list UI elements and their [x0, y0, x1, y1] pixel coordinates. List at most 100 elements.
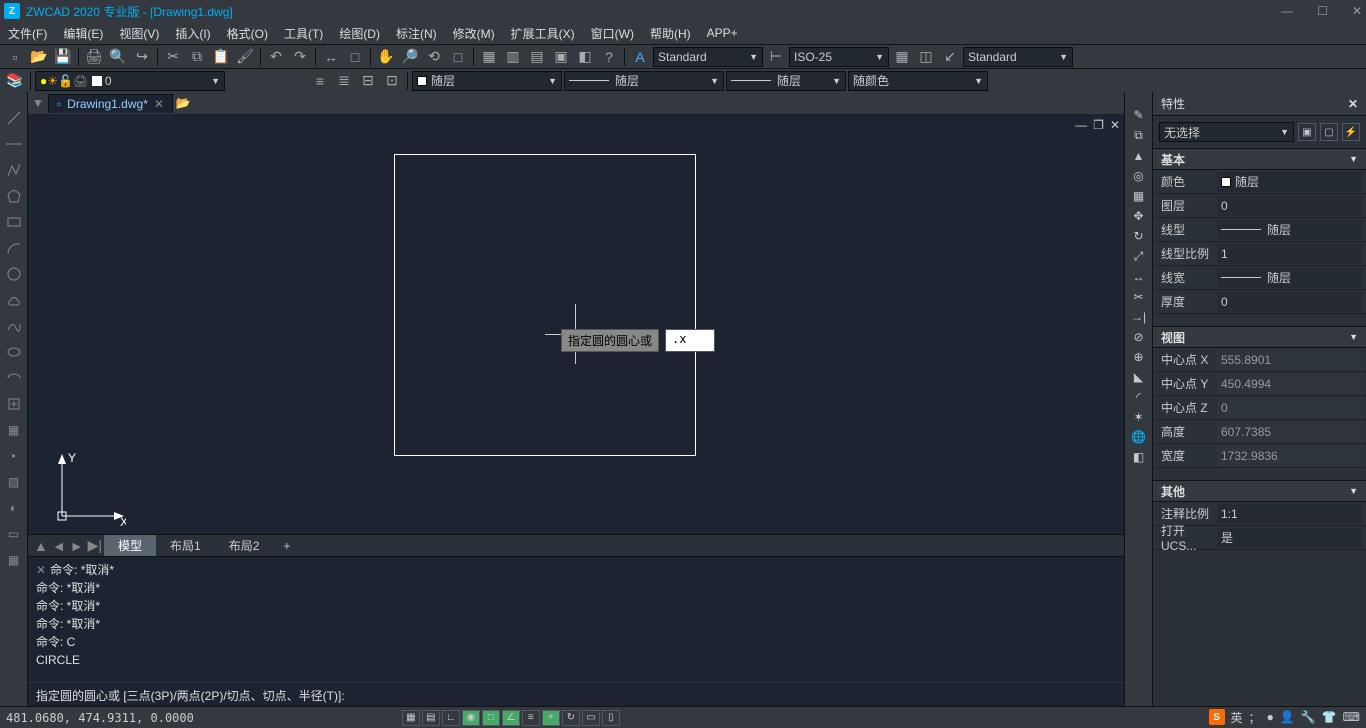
sogou-icon[interactable]: S — [1209, 709, 1225, 725]
block-icon[interactable]: ◫ — [915, 47, 937, 67]
lwt-icon[interactable]: ≡ — [522, 710, 540, 726]
menu-edit[interactable]: 编辑(E) — [63, 25, 103, 42]
redo-icon[interactable]: ↷ — [289, 47, 311, 67]
menu-window[interactable]: 窗口(W) — [591, 25, 634, 42]
osnap-icon[interactable]: □ — [482, 710, 500, 726]
tp-icon[interactable]: ▤ — [526, 47, 548, 67]
layout-last-icon[interactable]: ▶| — [86, 537, 104, 554]
point-icon[interactable]: • — [4, 446, 24, 466]
world-icon[interactable]: 🌐 — [1131, 430, 1146, 444]
group-icon[interactable]: ▣ — [550, 47, 572, 67]
prop-ltscale[interactable]: 1 — [1217, 244, 1362, 264]
chamfer-icon[interactable]: ◣ — [1134, 370, 1143, 384]
text-style-icon[interactable]: A — [629, 47, 651, 67]
array-icon[interactable]: ▦ — [1133, 189, 1144, 203]
polygon-icon[interactable] — [4, 186, 24, 206]
view-restore-icon[interactable]: ❐ — [1093, 118, 1104, 132]
menu-format[interactable]: 格式(O) — [227, 25, 268, 42]
block-icon[interactable]: ▦ — [4, 420, 24, 440]
close-button[interactable]: ✕ — [1352, 4, 1362, 18]
revcloud-icon[interactable] — [4, 290, 24, 310]
extra-icon[interactable]: ◧ — [1133, 450, 1144, 464]
prop-color[interactable]: 随层 — [1217, 172, 1362, 192]
open-icon[interactable]: 📂 — [28, 47, 50, 67]
undo-icon[interactable]: ↶ — [265, 47, 287, 67]
layout-first-icon[interactable]: ▲ — [32, 538, 50, 554]
mirror-icon[interactable]: ▲ — [1133, 149, 1145, 163]
extend-icon[interactable]: →| — [1131, 310, 1146, 324]
selection-combo[interactable]: 无选择▼ — [1159, 122, 1294, 142]
prop-ucs[interactable]: 是 — [1217, 528, 1362, 548]
command-window[interactable]: ✕ 命令: *取消* 命令: *取消* 命令: *取消* 命令: *取消* 命令… — [28, 556, 1124, 706]
layer-lock-icon[interactable]: ⊟ — [357, 71, 379, 91]
select-obj-icon[interactable]: ▢ — [1320, 123, 1338, 141]
otrack-icon[interactable]: ∠ — [502, 710, 520, 726]
layout-left-icon[interactable]: ◄ — [50, 538, 68, 554]
stretch-icon[interactable]: ↔ — [1133, 270, 1145, 284]
gradient-icon[interactable]: ◐ — [4, 498, 24, 518]
menu-ext[interactable]: 扩展工具(X) — [511, 25, 575, 42]
scale-icon[interactable]: ⤢ — [1134, 249, 1144, 264]
trim-icon[interactable]: ✂ — [1133, 290, 1143, 304]
zoom-prev-icon[interactable]: ⟲ — [423, 47, 445, 67]
drawing-canvas[interactable]: — ❐ ✕ 指定圆的圆心或 .x Y X — [28, 114, 1124, 534]
linetype-combo[interactable]: 随层▼ — [564, 71, 724, 91]
dc-icon[interactable]: ▥ — [502, 47, 524, 67]
xline-icon[interactable] — [4, 134, 24, 154]
dim-style-icon[interactable]: ⊢ — [765, 47, 787, 67]
section-other[interactable]: 其他▼ — [1153, 480, 1366, 502]
pick-add-icon[interactable]: ⚡ — [1342, 123, 1360, 141]
rectangle-icon[interactable] — [4, 212, 24, 232]
circle-icon[interactable] — [4, 264, 24, 284]
erase-icon[interactable]: ✎ — [1133, 108, 1143, 122]
help-icon[interactable]: ? — [598, 47, 620, 67]
offset-icon[interactable]: ◎ — [1133, 169, 1143, 183]
ime-skin-icon[interactable]: 👕 — [1322, 710, 1337, 724]
cut-icon[interactable]: ✂ — [162, 47, 184, 67]
ime-tools-icon[interactable]: 🔧 — [1301, 710, 1316, 724]
prop-layer[interactable]: 0 — [1217, 196, 1362, 216]
menu-draw[interactable]: 绘图(D) — [339, 25, 380, 42]
layout-tab-model[interactable]: 模型 — [104, 535, 156, 556]
table-style-combo[interactable]: Standard▼ — [963, 47, 1073, 67]
join-icon[interactable]: ⊕ — [1133, 350, 1143, 364]
cycle-icon[interactable]: ↻ — [562, 710, 580, 726]
new-icon[interactable]: ▫ — [4, 47, 26, 67]
menu-file[interactable]: 文件(F) — [8, 25, 47, 42]
plotstyle-combo[interactable]: 随颜色▼ — [848, 71, 988, 91]
menu-insert[interactable]: 插入(I) — [175, 25, 210, 42]
layer-mgr-icon[interactable]: 📚 — [4, 71, 26, 91]
ime-keyboard-icon[interactable]: ⌨ — [1343, 710, 1360, 724]
prop-anno-scale[interactable]: 1:1 — [1217, 504, 1362, 524]
menu-tools[interactable]: 工具(T) — [284, 25, 323, 42]
paste-icon[interactable]: 📋 — [210, 47, 232, 67]
polar-icon[interactable]: ◉ — [462, 710, 480, 726]
doc-tab[interactable]: ▫Drawing1.dwg* ✕ — [48, 94, 173, 113]
ime-lang[interactable]: 英 — [1231, 709, 1243, 726]
doc-tab-close-icon[interactable]: ✕ — [154, 97, 164, 111]
ellipse-arc-icon[interactable] — [4, 368, 24, 388]
polyline-icon[interactable] — [4, 160, 24, 180]
minimize-button[interactable]: — — [1281, 4, 1293, 18]
color-combo[interactable]: 随层▼ — [412, 71, 562, 91]
rotate-icon[interactable]: ↻ — [1133, 229, 1143, 243]
fillet-icon[interactable]: ◜ — [1136, 390, 1141, 404]
zoom-win-icon[interactable]: □ — [447, 47, 469, 67]
prop-thickness[interactable]: 0 — [1217, 292, 1362, 312]
dim-style-combo[interactable]: ISO-25▼ — [789, 47, 889, 67]
section-view[interactable]: 视图▼ — [1153, 326, 1366, 348]
hatch-icon[interactable]: ▨ — [4, 472, 24, 492]
command-prompt[interactable]: 指定圆的圆心或 [三点(3P)/两点(2P)/切点、切点、半径(T)]: — [28, 682, 1124, 706]
break-icon[interactable]: ⊘ — [1133, 330, 1143, 344]
quick-select-icon[interactable]: ▣ — [1298, 123, 1316, 141]
ime-full[interactable]: ● — [1267, 710, 1274, 724]
prop-linetype[interactable]: 随层 — [1217, 220, 1362, 240]
preview-icon[interactable]: 🔍 — [107, 47, 129, 67]
section-basic[interactable]: 基本▼ — [1153, 148, 1366, 170]
menu-modify[interactable]: 修改(M) — [453, 25, 495, 42]
doctab-menu-icon[interactable]: ▼ — [32, 96, 44, 110]
maximize-button[interactable]: ☐ — [1317, 4, 1328, 18]
region-icon[interactable]: ▭ — [4, 524, 24, 544]
ortho-icon[interactable]: ∟ — [442, 710, 460, 726]
text-style-combo[interactable]: Standard▼ — [653, 47, 763, 67]
